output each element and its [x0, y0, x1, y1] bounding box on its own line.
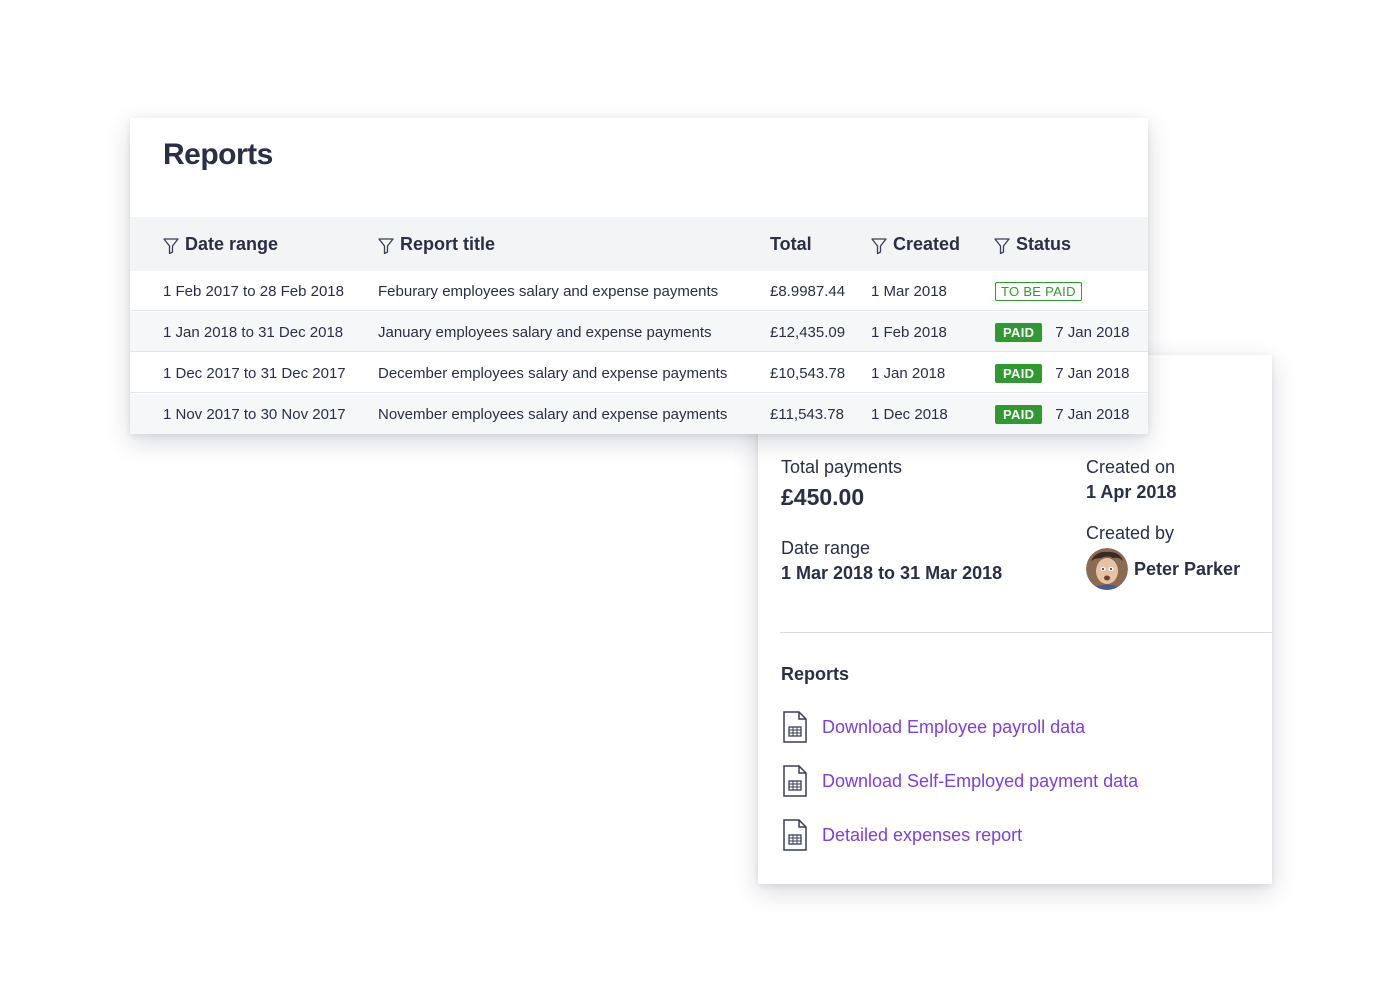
column-header-label: Date range: [185, 233, 279, 254]
cell-report-title[interactable]: November employees salary and expense pa…: [378, 394, 727, 434]
filter-funnel-icon[interactable]: [871, 237, 887, 255]
cell-status: TO BE PAID: [995, 271, 1082, 311]
detailed-expenses-report-link[interactable]: Detailed expenses report: [781, 819, 1022, 851]
cell-report-title[interactable]: December employees salary and expense pa…: [378, 353, 727, 393]
column-header-label: Created: [893, 233, 961, 254]
table-row[interactable]: 1 Dec 2017 to 31 Dec 2017 December emplo…: [130, 353, 1148, 393]
cell-created: 1 Jan 2018: [871, 364, 946, 382]
cell-status: PAID 7 Jan 2018: [995, 312, 1130, 352]
cell-total: £10,543.78: [770, 364, 846, 382]
date-range-label: Date range: [781, 538, 871, 558]
created-on-label: Created on: [1086, 457, 1176, 477]
creator[interactable]: Peter Parker: [1086, 548, 1240, 590]
status-badge: PAID: [995, 322, 1043, 342]
table-row[interactable]: 1 Jan 2018 to 31 Dec 2018 January employ…: [130, 312, 1148, 352]
link-text[interactable]: Download Employee payroll data: [822, 717, 1085, 738]
table-row[interactable]: 1 Nov 2017 to 30 Nov 2017 November emplo…: [130, 394, 1148, 434]
column-header-label: Status: [1016, 233, 1072, 254]
column-header-status[interactable]: Status: [994, 217, 1071, 271]
total-payments-block: Total payments £450.00: [781, 457, 902, 511]
cell-date-range: 1 Jan 2018 to 31 Dec 2018: [163, 323, 344, 341]
table-header: Date range Report title Total Created St…: [130, 217, 1148, 271]
status-badge: PAID: [995, 404, 1043, 424]
total-payments-label: Total payments: [781, 457, 903, 477]
download-self-employed-link[interactable]: Download Self-Employed payment data: [781, 765, 1138, 797]
column-header-label: Report title: [400, 233, 496, 254]
spreadsheet-file-icon: [783, 711, 807, 743]
download-employee-payroll-link[interactable]: Download Employee payroll data: [781, 711, 1085, 743]
filter-funnel-icon[interactable]: [994, 237, 1010, 255]
paid-date: 7 Jan 2018: [1055, 323, 1130, 341]
status-badge: PAID: [995, 363, 1043, 383]
section-divider: [780, 632, 1272, 633]
cell-report-title[interactable]: January employees salary and expense pay…: [378, 312, 712, 352]
cell-status: PAID 7 Jan 2018: [995, 394, 1130, 434]
status-badge: TO BE PAID: [995, 281, 1082, 301]
column-header-report-title[interactable]: Report title: [378, 217, 495, 271]
user-avatar[interactable]: [1086, 548, 1128, 590]
created-on-block: Created on 1 Apr 2018: [1086, 457, 1176, 503]
table-row[interactable]: 1 Feb 2017 to 28 Feb 2018 Feburary emplo…: [130, 271, 1148, 311]
created-on-value: 1 Apr 2018: [1086, 482, 1177, 502]
column-header-date-range[interactable]: Date range: [163, 217, 278, 271]
total-payments-value: £450.00: [781, 484, 865, 510]
cell-total: £8.9987.44: [770, 282, 846, 300]
spreadsheet-file-icon: [783, 765, 807, 797]
link-text[interactable]: Download Self-Employed payment data: [822, 771, 1138, 792]
column-header-label: Total: [770, 233, 812, 254]
cell-date-range: 1 Feb 2017 to 28 Feb 2018: [163, 282, 344, 300]
date-range-value: 1 Mar 2018 to 31 Mar 2018: [781, 563, 1003, 583]
page-title: Reports: [163, 138, 273, 171]
paid-date: 7 Jan 2018: [1055, 405, 1130, 423]
paid-date: 7 Jan 2018: [1055, 364, 1130, 382]
link-text[interactable]: Detailed expenses report: [822, 825, 1022, 846]
cell-date-range: 1 Nov 2017 to 30 Nov 2017: [163, 405, 346, 423]
spreadsheet-file-icon: [783, 819, 807, 851]
filter-funnel-icon[interactable]: [163, 237, 179, 255]
date-range-block: Date range 1 Mar 2018 to 31 Mar 2018: [781, 538, 1002, 584]
column-header-created[interactable]: Created: [871, 217, 960, 271]
cell-date-range: 1 Dec 2017 to 31 Dec 2017: [163, 364, 346, 382]
creator-name[interactable]: Peter Parker: [1134, 559, 1240, 580]
filter-funnel-icon[interactable]: [378, 237, 394, 255]
report-detail-card: Total payments £450.00 Created on 1 Apr …: [758, 355, 1272, 884]
reports-table-card: Reports Date range Report title Total Cr…: [130, 118, 1148, 434]
created-by-label: Created by: [1086, 523, 1175, 543]
cell-report-title[interactable]: Feburary employees salary and expense pa…: [378, 271, 718, 311]
created-by-block: Created by Peter Parker: [1086, 523, 1240, 590]
reports-subheading: Reports: [781, 664, 850, 684]
column-header-total[interactable]: Total: [770, 217, 812, 271]
cell-created: 1 Feb 2018: [871, 323, 947, 341]
cell-created: 1 Dec 2018: [871, 405, 948, 423]
cell-total: £12,435.09: [770, 323, 846, 341]
cell-created: 1 Mar 2018: [871, 282, 947, 300]
cell-status: PAID 7 Jan 2018: [995, 353, 1130, 393]
cell-total: £11,543.78: [770, 405, 844, 423]
